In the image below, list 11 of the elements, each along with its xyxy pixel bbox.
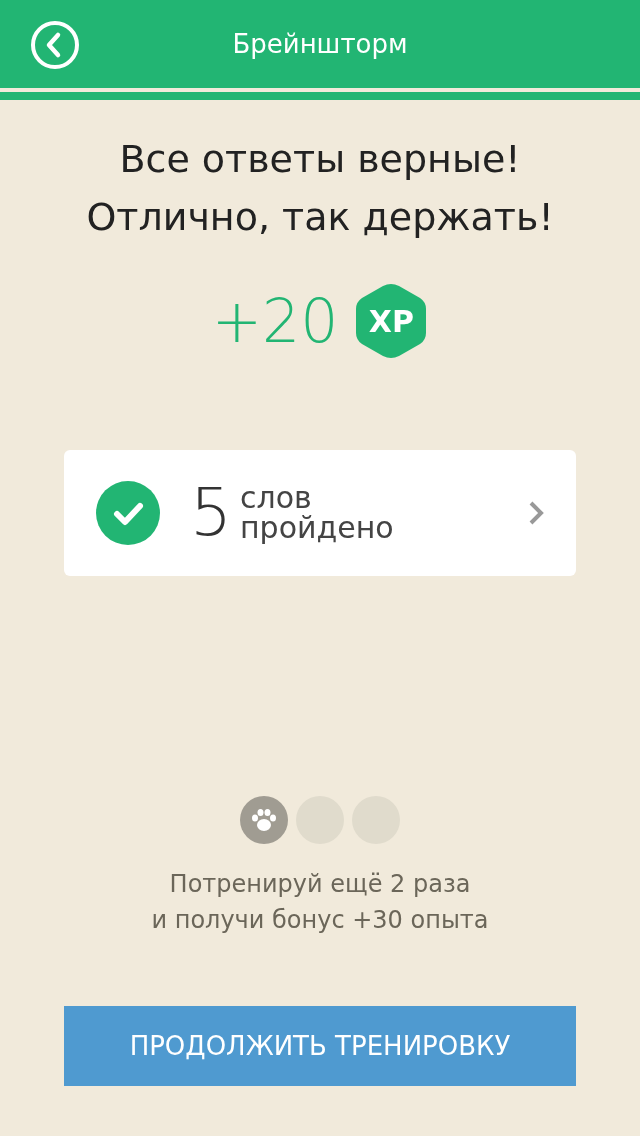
word-count: 5 [190, 480, 232, 546]
xp-amount: +20 [211, 285, 339, 358]
bonus-hint: Потренируй ещё 2 раза и получи бонус +30 опыта [151, 869, 489, 936]
xp-badge: XP [354, 281, 429, 361]
chevron-icon [528, 500, 544, 526]
back-button[interactable] [30, 20, 80, 70]
result-message: Отлично, так держать! [86, 195, 554, 239]
count-label: слов [240, 483, 313, 513]
count-label: пройдено [240, 513, 394, 543]
result-message: Все ответы верные! [119, 137, 521, 181]
screen-title: Брейншторм [232, 27, 408, 61]
